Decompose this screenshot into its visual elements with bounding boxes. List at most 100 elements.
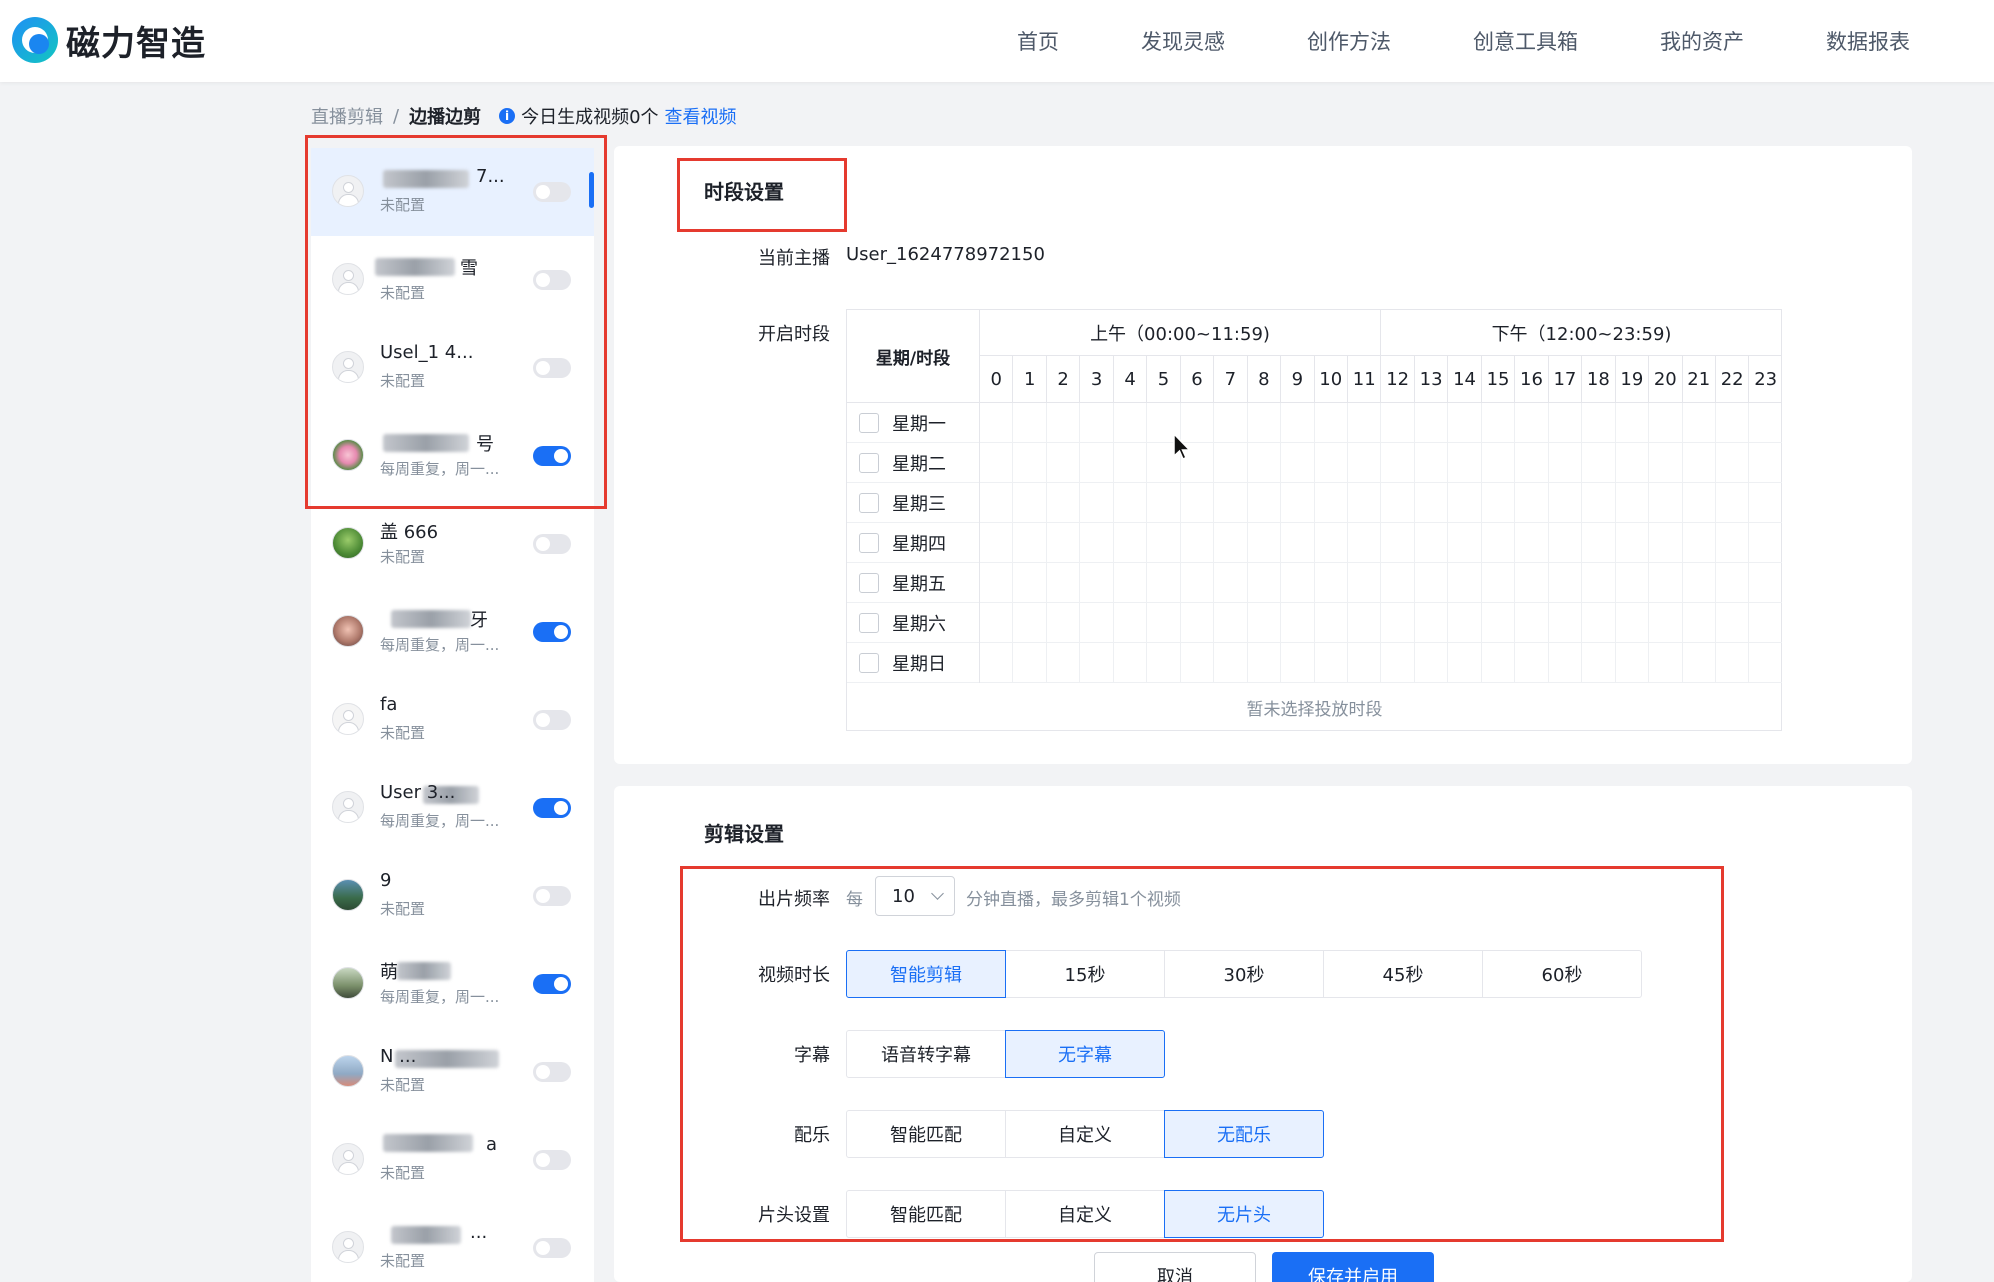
time-slot-cell[interactable] bbox=[980, 603, 1014, 643]
duration-option-button[interactable]: 智能剪辑 bbox=[846, 950, 1006, 998]
time-slot-cell[interactable] bbox=[1649, 603, 1683, 643]
anchor-item[interactable]: a 未配置 bbox=[311, 1116, 594, 1204]
time-slot-cell[interactable] bbox=[1381, 563, 1415, 603]
time-slot-cell[interactable] bbox=[1749, 523, 1781, 563]
time-slot-cell[interactable] bbox=[1549, 403, 1583, 443]
time-slot-cell[interactable] bbox=[1114, 643, 1148, 683]
time-slot-cell[interactable] bbox=[1080, 403, 1114, 443]
anchor-item[interactable]: 盖 666 未配置 bbox=[311, 500, 594, 588]
time-slot-cell[interactable] bbox=[1348, 483, 1382, 523]
time-slot-cell[interactable] bbox=[1114, 483, 1148, 523]
time-slot-cell[interactable] bbox=[1214, 523, 1248, 563]
time-slot-cell[interactable] bbox=[1616, 603, 1650, 643]
time-slot-cell[interactable] bbox=[1348, 643, 1382, 683]
time-slot-cell[interactable] bbox=[1649, 443, 1683, 483]
time-slot-cell[interactable] bbox=[1515, 443, 1549, 483]
time-slot-cell[interactable] bbox=[1448, 443, 1482, 483]
anchor-toggle[interactable] bbox=[533, 886, 571, 906]
time-slot-cell[interactable] bbox=[1281, 483, 1315, 523]
time-slot-cell[interactable] bbox=[1515, 483, 1549, 523]
time-slot-cell[interactable] bbox=[1013, 443, 1047, 483]
time-slot-cell[interactable] bbox=[1616, 403, 1650, 443]
time-slot-cell[interactable] bbox=[1616, 443, 1650, 483]
anchor-item[interactable]: 牙 每周重复，周一... bbox=[311, 588, 594, 676]
time-slot-cell[interactable] bbox=[1582, 563, 1616, 603]
time-slot-cell[interactable] bbox=[1716, 443, 1750, 483]
time-slot-cell[interactable] bbox=[1749, 563, 1781, 603]
time-slot-cell[interactable] bbox=[1448, 523, 1482, 563]
time-slot-cell[interactable] bbox=[1415, 483, 1449, 523]
time-slot-cell[interactable] bbox=[1080, 563, 1114, 603]
time-slot-cell[interactable] bbox=[1381, 523, 1415, 563]
time-slot-cell[interactable] bbox=[1582, 523, 1616, 563]
time-slot-cell[interactable] bbox=[1482, 603, 1516, 643]
time-slot-cell[interactable] bbox=[1549, 483, 1583, 523]
time-slot-cell[interactable] bbox=[1147, 643, 1181, 683]
time-slot-cell[interactable] bbox=[1248, 563, 1282, 603]
anchor-item[interactable]: ... 未配置 bbox=[311, 1204, 594, 1282]
time-slot-cell[interactable] bbox=[1515, 563, 1549, 603]
time-slot-cell[interactable] bbox=[1114, 563, 1148, 603]
time-slot-cell[interactable] bbox=[1214, 443, 1248, 483]
time-slot-cell[interactable] bbox=[1147, 563, 1181, 603]
time-slot-cell[interactable] bbox=[1348, 443, 1382, 483]
time-slot-cell[interactable] bbox=[1649, 483, 1683, 523]
time-slot-cell[interactable] bbox=[1080, 603, 1114, 643]
time-slot-cell[interactable] bbox=[1515, 403, 1549, 443]
time-slot-cell[interactable] bbox=[1448, 563, 1482, 603]
time-slot-cell[interactable] bbox=[1749, 483, 1781, 523]
time-slot-cell[interactable] bbox=[1582, 443, 1616, 483]
time-slot-cell[interactable] bbox=[1114, 443, 1148, 483]
anchor-toggle[interactable] bbox=[533, 1238, 571, 1258]
time-slot-cell[interactable] bbox=[1448, 403, 1482, 443]
time-slot-cell[interactable] bbox=[1515, 643, 1549, 683]
time-slot-cell[interactable] bbox=[1348, 523, 1382, 563]
anchor-toggle[interactable] bbox=[533, 622, 571, 642]
time-slot-cell[interactable] bbox=[1214, 643, 1248, 683]
opening-option-button[interactable]: 无片头 bbox=[1164, 1190, 1324, 1238]
time-slot-cell[interactable] bbox=[980, 563, 1014, 603]
time-slot-cell[interactable] bbox=[1381, 403, 1415, 443]
time-slot-cell[interactable] bbox=[1582, 483, 1616, 523]
time-slot-cell[interactable] bbox=[1281, 523, 1315, 563]
time-slot-cell[interactable] bbox=[1749, 443, 1781, 483]
time-slot-cell[interactable] bbox=[1047, 523, 1081, 563]
time-slot-cell[interactable] bbox=[1315, 523, 1348, 563]
time-slot-cell[interactable] bbox=[1649, 643, 1683, 683]
time-slot-cell[interactable] bbox=[1114, 403, 1148, 443]
time-slot-cell[interactable] bbox=[1482, 483, 1516, 523]
time-slot-cell[interactable] bbox=[1147, 603, 1181, 643]
time-slot-cell[interactable] bbox=[1047, 603, 1081, 643]
time-slot-cell[interactable] bbox=[1315, 483, 1348, 523]
time-slot-cell[interactable] bbox=[1080, 443, 1114, 483]
time-slot-cell[interactable] bbox=[980, 523, 1014, 563]
time-slot-cell[interactable] bbox=[1013, 403, 1047, 443]
day-checkbox[interactable] bbox=[859, 653, 879, 673]
time-slot-cell[interactable] bbox=[1181, 643, 1215, 683]
time-slot-cell[interactable] bbox=[1381, 603, 1415, 643]
time-slot-cell[interactable] bbox=[1214, 563, 1248, 603]
subtitle-option-button[interactable]: 无字幕 bbox=[1005, 1030, 1165, 1078]
time-slot-cell[interactable] bbox=[1181, 563, 1215, 603]
time-slot-cell[interactable] bbox=[1214, 603, 1248, 643]
time-slot-cell[interactable] bbox=[1482, 563, 1516, 603]
time-slot-cell[interactable] bbox=[1315, 563, 1348, 603]
time-slot-cell[interactable] bbox=[1549, 443, 1583, 483]
time-slot-cell[interactable] bbox=[1448, 603, 1482, 643]
time-slot-cell[interactable] bbox=[1649, 403, 1683, 443]
time-slot-cell[interactable] bbox=[1716, 603, 1750, 643]
time-slot-cell[interactable] bbox=[1281, 563, 1315, 603]
time-slot-cell[interactable] bbox=[1047, 643, 1081, 683]
time-slot-cell[interactable] bbox=[1315, 643, 1348, 683]
time-slot-cell[interactable] bbox=[1683, 563, 1716, 603]
time-slot-cell[interactable] bbox=[1616, 523, 1650, 563]
cancel-button[interactable]: 取消 bbox=[1094, 1252, 1256, 1282]
time-slot-cell[interactable] bbox=[1013, 563, 1047, 603]
time-slot-cell[interactable] bbox=[1716, 643, 1750, 683]
time-slot-cell[interactable] bbox=[1448, 643, 1482, 683]
time-slot-cell[interactable] bbox=[1683, 443, 1716, 483]
time-slot-cell[interactable] bbox=[1749, 643, 1781, 683]
anchor-toggle[interactable] bbox=[533, 1150, 571, 1170]
time-slot-cell[interactable] bbox=[980, 483, 1014, 523]
day-checkbox[interactable] bbox=[859, 533, 879, 553]
